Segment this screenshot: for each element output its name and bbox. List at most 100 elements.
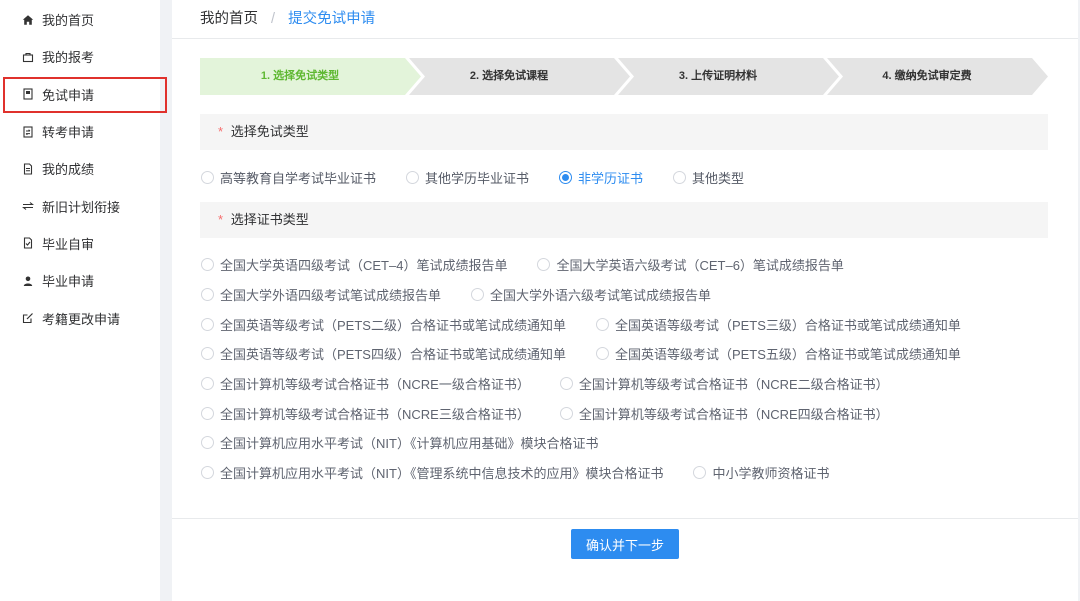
certificate-option[interactable]: 全国计算机等级考试合格证书（NCRE一级合格证书）	[201, 374, 530, 393]
certificate-option[interactable]: 中小学教师资格证书	[693, 463, 829, 482]
sidebar-item-graduation-application[interactable]: 毕业申请	[0, 262, 160, 299]
certificate-option[interactable]: 全国大学外语四级考试笔试成绩报告单	[201, 285, 441, 304]
certificate-option[interactable]: 全国计算机等级考试合格证书（NCRE二级合格证书）	[559, 374, 889, 393]
radio-button[interactable]	[471, 288, 485, 302]
main-panel: 我的首页 / 提交免试申请 1. 选择免试类型 2. 选择免试课程 3. 上传证…	[172, 0, 1078, 601]
radio-button[interactable]	[693, 466, 707, 480]
option-label: 其他学历毕业证书	[425, 170, 530, 186]
sidebar-item-my-scores[interactable]: 我的成绩	[0, 150, 160, 187]
certificate-row: 全国英语等级考试（PETS二级）合格证书或笔试成绩通知单 全国英语等级考试（PE…	[200, 309, 1048, 339]
certificate-option[interactable]: 全国计算机应用水平考试（NIT）《计算机应用基础》模块合格证书	[201, 433, 598, 452]
step-label: 2. 选择免试课程	[469, 70, 549, 82]
edit-icon	[22, 312, 34, 324]
certificate-row: 全国英语等级考试（PETS四级）合格证书或笔试成绩通知单 全国英语等级考试（PE…	[200, 339, 1048, 369]
radio-button[interactable]	[201, 317, 214, 331]
exemption-type-option[interactable]: 高等教育自学考试毕业证书	[201, 168, 376, 187]
step-1: 1. 选择免试类型	[200, 58, 421, 95]
breadcrumb-current: 提交免试申请	[288, 11, 376, 27]
sidebar-menu: 我的首页 我的报考 免试申请 转考申请 我的成绩 新旧计划衔接 毕业自审 毕业申…	[0, 1, 167, 337]
option-label: 全国计算机等级考试合格证书（NCRE四级合格证书）	[578, 406, 889, 422]
certificate-type-header: * 选择证书类型	[200, 202, 1048, 238]
option-label: 全国计算机等级考试合格证书（NCRE二级合格证书）	[578, 377, 889, 393]
sidebar-item-my-registration[interactable]: 我的报考	[0, 38, 160, 75]
radio-button[interactable]	[201, 288, 214, 302]
sidebar-item-label: 免试申请	[42, 87, 95, 103]
option-label: 中小学教师资格证书	[712, 466, 830, 482]
sidebar-item-label: 毕业申请	[42, 274, 95, 290]
certificate-option[interactable]: 全国英语等级考试（PETS三级）合格证书或笔试成绩通知单	[595, 315, 961, 334]
option-label: 高等教育自学考试毕业证书	[220, 170, 377, 186]
step-label: 4. 缴纳免试审定费	[882, 70, 972, 82]
briefcase-icon	[22, 51, 34, 63]
check-doc-icon	[22, 237, 34, 249]
confirm-next-button[interactable]: 确认并下一步	[571, 529, 679, 559]
radio-button[interactable]	[201, 170, 214, 184]
certificate-option[interactable]: 全国计算机等级考试合格证书（NCRE四级合格证书）	[559, 404, 889, 423]
certificate-option[interactable]: 全国计算机应用水平考试（NIT）《管理系统中信息技术的应用》模块合格证书	[201, 463, 663, 482]
sidebar-item-label: 我的报考	[42, 50, 95, 66]
radio-button[interactable]	[673, 170, 687, 184]
section-title: 选择免试类型	[230, 124, 309, 139]
radio-button[interactable]	[201, 347, 214, 361]
option-label: 全国计算机等级考试合格证书（NCRE一级合格证书）	[220, 377, 530, 393]
option-label: 全国大学英语四级考试（CET–4）笔试成绩报告单	[220, 258, 508, 274]
step-4: 4. 缴纳免试审定费	[827, 58, 1048, 95]
exemption-type-radio-group: 高等教育自学考试毕业证书 其他学历毕业证书 非学历证书 其他类型	[200, 165, 1048, 189]
radio-button[interactable]	[559, 406, 573, 420]
option-label: 全国英语等级考试（PETS二级）合格证书或笔试成绩通知单	[220, 317, 566, 333]
step-2: 2. 选择免试课程	[409, 58, 630, 95]
certificate-option[interactable]: 全国英语等级考试（PETS四级）合格证书或笔试成绩通知单	[201, 344, 566, 363]
breadcrumb-separator: /	[271, 11, 276, 27]
certificate-row: 全国计算机应用水平考试（NIT）《管理系统中信息技术的应用》模块合格证书 中小学…	[200, 458, 1048, 488]
exemption-type-header: * 选择免试类型	[200, 114, 1048, 150]
sidebar-item-transfer-application[interactable]: 转考申请	[0, 113, 160, 150]
radio-button[interactable]	[537, 258, 551, 272]
transfer-doc-icon	[22, 125, 34, 138]
sidebar-item-home[interactable]: 我的首页	[0, 1, 160, 38]
certificate-option[interactable]: 全国英语等级考试（PETS五级）合格证书或笔试成绩通知单	[595, 344, 961, 363]
home-icon	[22, 14, 34, 26]
certificate-row: 全国大学外语四级考试笔试成绩报告单 全国大学外语六级考试笔试成绩报告单	[200, 280, 1048, 310]
option-label: 非学历证书	[578, 170, 644, 186]
certificate-option[interactable]: 全国大学外语六级考试笔试成绩报告单	[471, 285, 711, 304]
radio-button[interactable]	[201, 258, 214, 272]
step-3: 3. 上传证明材料	[618, 58, 839, 95]
exemption-type-option[interactable]: 非学历证书	[559, 168, 643, 187]
sidebar-item-record-change[interactable]: 考籍更改申请	[0, 299, 160, 336]
option-label: 全国英语等级考试（PETS五级）合格证书或笔试成绩通知单	[614, 347, 961, 363]
radio-button[interactable]	[406, 170, 420, 184]
breadcrumb-home-link[interactable]: 我的首页	[200, 11, 258, 27]
required-asterisk: *	[218, 212, 224, 227]
radio-button[interactable]	[559, 377, 573, 391]
sidebar-item-plan-transition[interactable]: 新旧计划衔接	[0, 187, 160, 224]
radio-button[interactable]	[201, 377, 214, 391]
option-label: 全国英语等级考试（PETS四级）合格证书或笔试成绩通知单	[220, 347, 566, 363]
file-text-icon	[22, 163, 34, 175]
certificate-option[interactable]: 全国大学英语四级考试（CET–4）笔试成绩报告单	[201, 255, 507, 274]
exemption-type-option[interactable]: 其他学历毕业证书	[406, 168, 529, 187]
required-asterisk: *	[218, 124, 224, 139]
radio-button[interactable]	[595, 347, 609, 361]
radio-button[interactable]	[559, 170, 573, 184]
option-label: 全国大学外语六级考试笔试成绩报告单	[490, 288, 712, 304]
option-label: 全国大学英语六级考试（CET–6）笔试成绩报告单	[556, 258, 844, 274]
sidebar-item-graduation-self-review[interactable]: 毕业自审	[0, 225, 160, 262]
radio-button[interactable]	[595, 317, 609, 331]
document-icon	[22, 88, 34, 100]
radio-button[interactable]	[201, 406, 214, 420]
sidebar-item-label: 考籍更改申请	[42, 311, 121, 327]
sidebar-item-exemption-application[interactable]: 免试申请	[0, 76, 167, 114]
steps-bar: 1. 选择免试类型 2. 选择免试课程 3. 上传证明材料 4. 缴纳免试审定费	[200, 58, 1048, 95]
exemption-type-option[interactable]: 其他类型	[673, 168, 744, 187]
section-title: 选择证书类型	[230, 212, 309, 227]
certificate-option[interactable]: 全国大学英语六级考试（CET–6）笔试成绩报告单	[537, 255, 844, 274]
form-footer: 确认并下一步	[172, 518, 1078, 601]
radio-button[interactable]	[201, 466, 214, 480]
sidebar-item-label: 转考申请	[42, 125, 95, 141]
certificate-option[interactable]: 全国英语等级考试（PETS二级）合格证书或笔试成绩通知单	[201, 315, 566, 334]
radio-button[interactable]	[201, 436, 214, 450]
certificate-option[interactable]: 全国计算机等级考试合格证书（NCRE三级合格证书）	[201, 404, 530, 423]
certificate-row: 全国计算机等级考试合格证书（NCRE三级合格证书） 全国计算机等级考试合格证书（…	[200, 398, 1048, 428]
option-label: 全国计算机等级考试合格证书（NCRE三级合格证书）	[220, 406, 530, 422]
certificate-row: 全国计算机应用水平考试（NIT）《计算机应用基础》模块合格证书	[200, 428, 1048, 458]
